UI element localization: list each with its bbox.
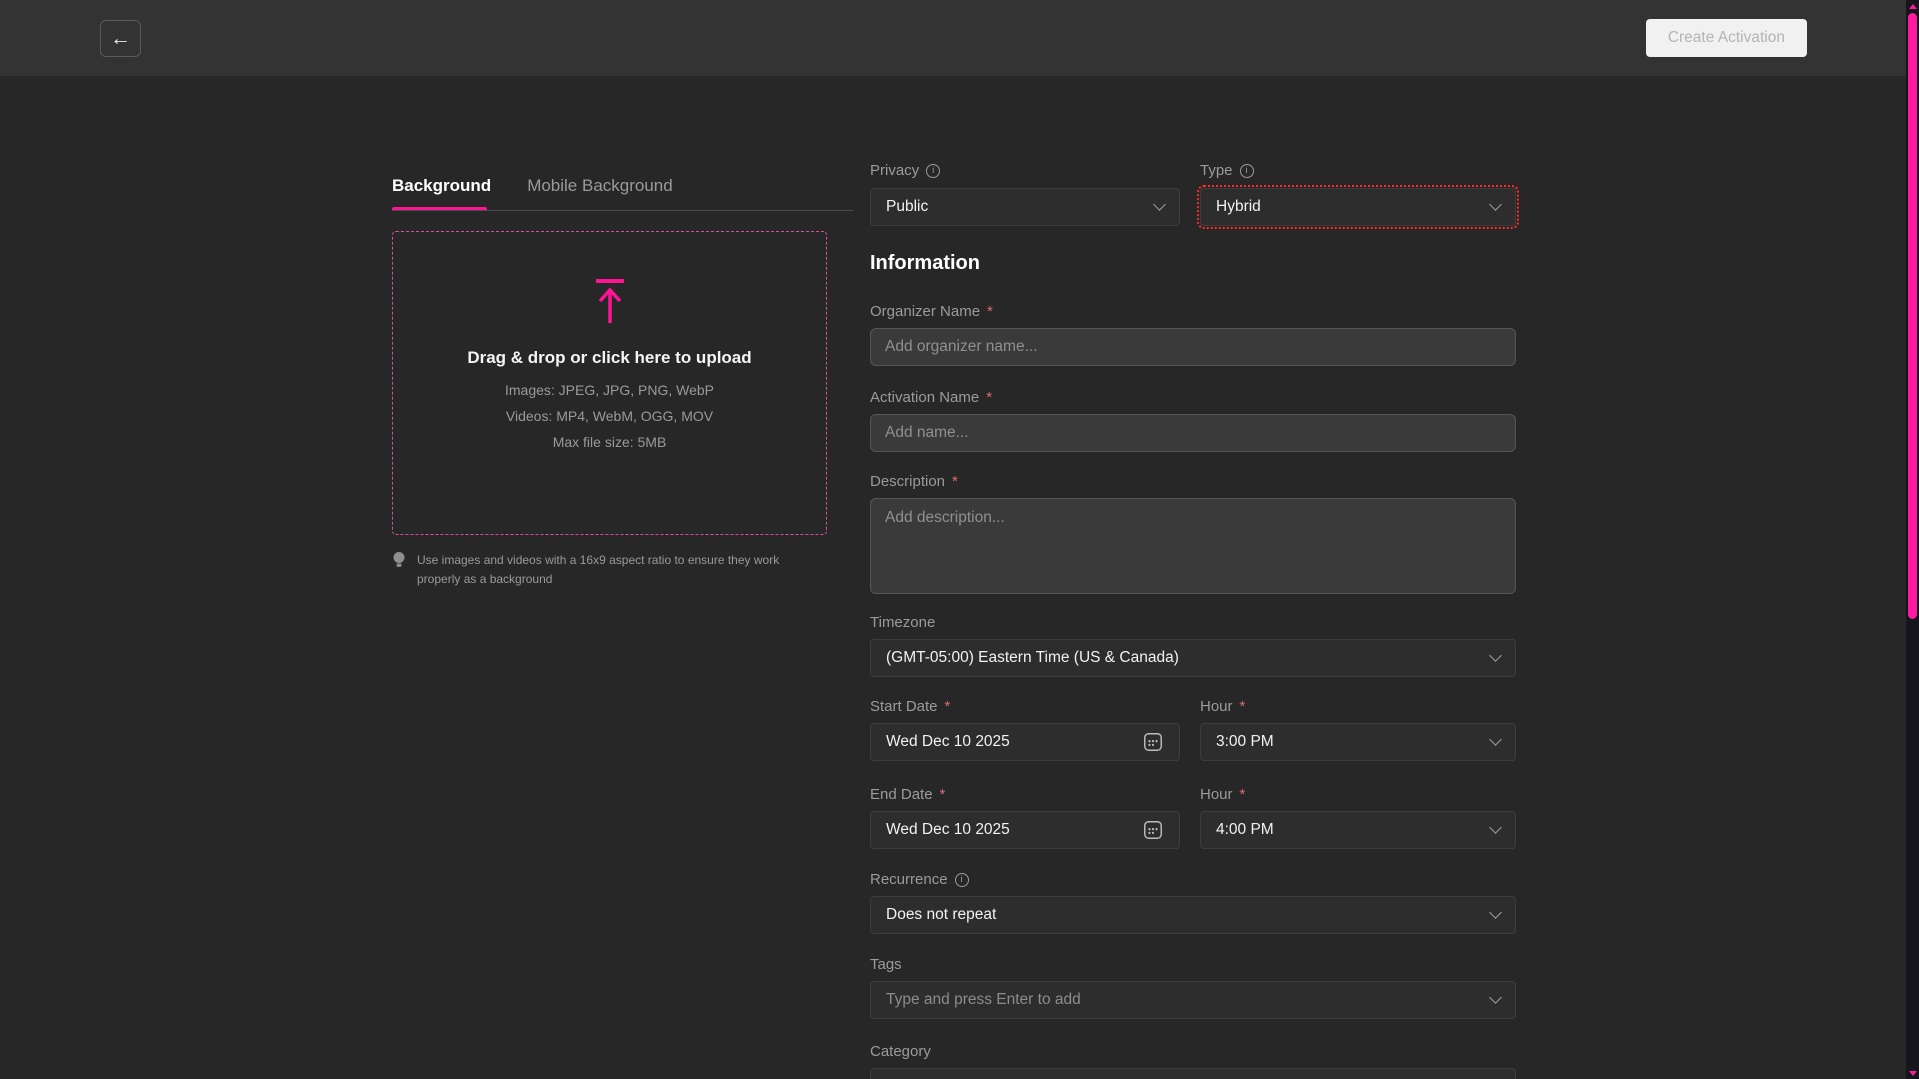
create-activation-button[interactable]: Create Activation [1646, 19, 1807, 57]
start-date-picker[interactable]: Wed Dec 10 2025 [870, 723, 1180, 761]
end-date-picker[interactable]: Wed Dec 10 2025 [870, 811, 1180, 849]
upload-videos-formats: Videos: MP4, WebM, OGG, MOV [506, 408, 713, 424]
scroll-up-arrow-icon[interactable] [1909, 4, 1917, 9]
upload-dropzone[interactable]: Drag & drop or click here to upload Imag… [392, 231, 827, 535]
timezone-value: (GMT-05:00) Eastern Time (US & Canada) [886, 649, 1179, 667]
privacy-value: Public [886, 198, 928, 216]
start-date-value: Wed Dec 10 2025 [886, 733, 1010, 751]
required-asterisk: * [945, 698, 951, 715]
upload-images-formats: Images: JPEG, JPG, PNG, WebP [505, 382, 714, 398]
timezone-label: Timezone [870, 614, 935, 631]
end-hour-select[interactable]: 4:00 PM [1200, 811, 1516, 849]
create-activation-page: ← Create Activation Background Mobile Ba… [0, 0, 1919, 1079]
end-hour-label: Hour * [1200, 786, 1245, 803]
background-upload-panel: Background Mobile Background Drag & drop… [392, 0, 829, 1079]
timezone-select[interactable]: (GMT-05:00) Eastern Time (US & Canada) [870, 639, 1516, 677]
scrollbar[interactable] [1906, 0, 1919, 1079]
recurrence-label: Recurrence i [870, 871, 969, 888]
required-asterisk: * [986, 389, 992, 406]
tags-input[interactable]: Type and press Enter to add [870, 981, 1516, 1019]
info-icon: i [926, 164, 940, 178]
chevron-down-icon [1489, 906, 1502, 919]
category-select[interactable] [870, 1068, 1516, 1079]
lightbulb-icon [392, 551, 406, 570]
upload-arrow-icon [593, 278, 627, 324]
end-date-label: End Date * [870, 786, 945, 803]
info-icon: i [955, 873, 969, 887]
aspect-ratio-tip-text: Use images and videos with a 16x9 aspect… [417, 551, 799, 588]
info-icon: i [1240, 164, 1254, 178]
category-label: Category [870, 1043, 931, 1060]
upload-max-size: Max file size: 5MB [553, 434, 667, 450]
back-arrow-icon: ← [110, 27, 131, 51]
organizer-name-label: Organizer Name * [870, 303, 993, 320]
activation-form: Privacy i Public Type i Hybrid Informati… [870, 0, 1516, 1079]
upload-title: Drag & drop or click here to upload [467, 348, 751, 368]
start-hour-select[interactable]: 3:00 PM [1200, 723, 1516, 761]
end-date-value: Wed Dec 10 2025 [886, 821, 1010, 839]
required-asterisk: * [952, 473, 958, 490]
required-asterisk: * [1240, 786, 1246, 803]
tags-placeholder: Type and press Enter to add [886, 991, 1081, 1009]
scroll-down-arrow-icon[interactable] [1909, 1071, 1917, 1076]
type-label: Type i [1200, 162, 1254, 179]
activation-name-label: Activation Name * [870, 389, 992, 406]
calendar-icon[interactable] [1142, 731, 1164, 753]
tab-mobile-background[interactable]: Mobile Background [527, 176, 673, 196]
start-date-label: Start Date * [870, 698, 950, 715]
background-tabs: Background Mobile Background [392, 176, 673, 196]
chevron-down-icon [1489, 649, 1502, 662]
scrollbar-thumb[interactable] [1908, 13, 1917, 619]
recurrence-select[interactable]: Does not repeat [870, 896, 1516, 934]
start-hour-label: Hour * [1200, 698, 1245, 715]
aspect-ratio-tip: Use images and videos with a 16x9 aspect… [392, 551, 799, 588]
type-select[interactable]: Hybrid [1200, 188, 1516, 226]
recurrence-value: Does not repeat [886, 906, 996, 924]
chevron-down-icon [1153, 198, 1166, 211]
privacy-label: Privacy i [870, 162, 940, 179]
start-hour-value: 3:00 PM [1216, 733, 1274, 751]
chevron-down-icon [1489, 991, 1502, 1004]
description-label: Description * [870, 473, 958, 490]
information-section-title: Information [870, 252, 980, 275]
tab-divider [392, 210, 853, 211]
required-asterisk: * [987, 303, 993, 320]
description-textarea[interactable] [870, 498, 1516, 594]
tags-label: Tags [870, 956, 902, 973]
chevron-down-icon [1489, 821, 1502, 834]
required-asterisk: * [940, 786, 946, 803]
calendar-icon[interactable] [1142, 819, 1164, 841]
privacy-select[interactable]: Public [870, 188, 1180, 226]
end-hour-value: 4:00 PM [1216, 821, 1274, 839]
type-value: Hybrid [1216, 198, 1261, 216]
tab-background[interactable]: Background [392, 176, 491, 196]
back-button[interactable]: ← [100, 20, 141, 57]
chevron-down-icon [1489, 733, 1502, 746]
required-asterisk: * [1240, 698, 1246, 715]
chevron-down-icon [1489, 198, 1502, 211]
activation-name-input[interactable] [870, 414, 1516, 452]
organizer-name-input[interactable] [870, 328, 1516, 366]
